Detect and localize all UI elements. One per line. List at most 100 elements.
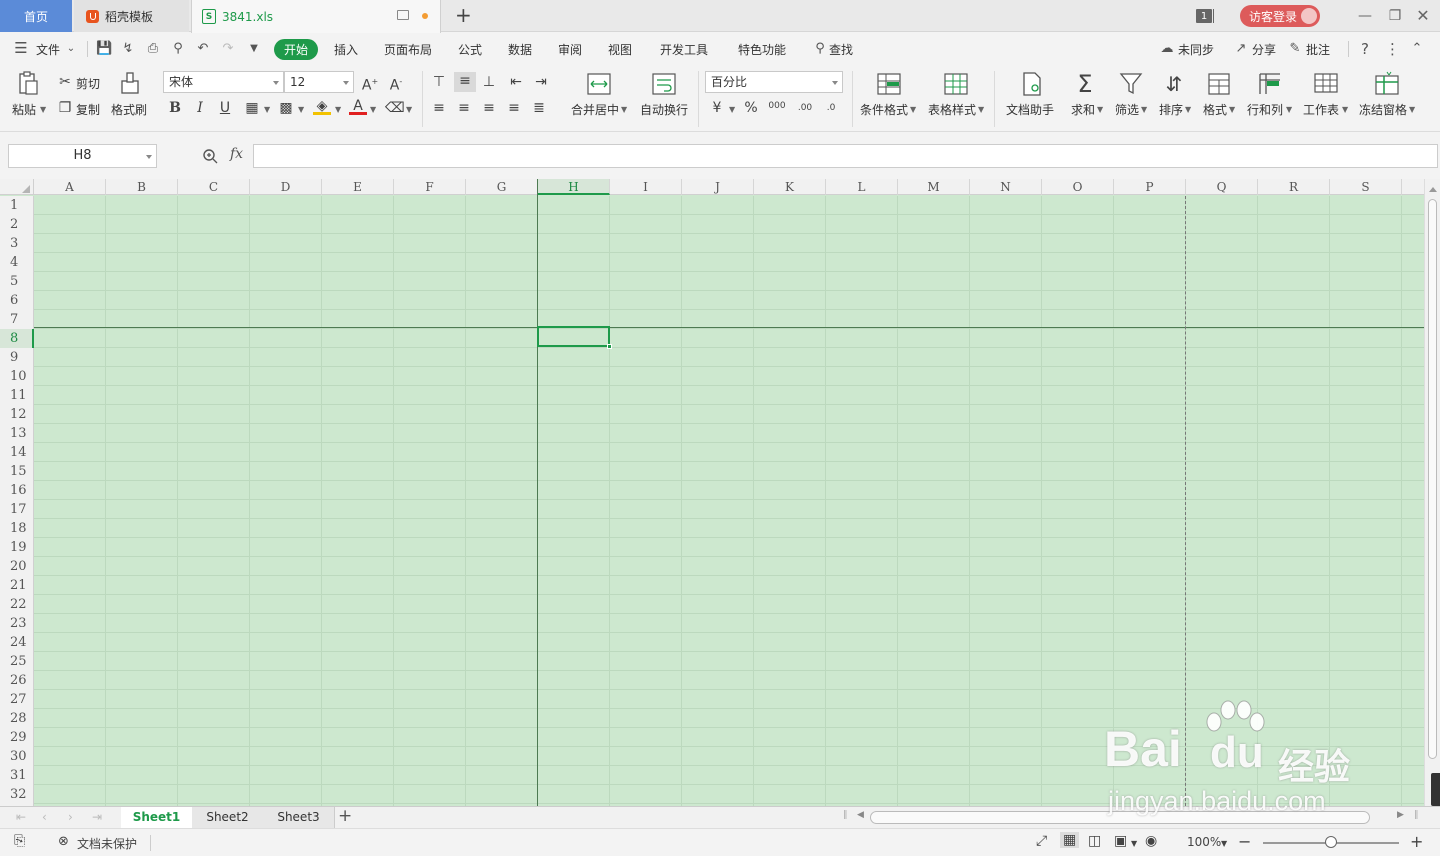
menu-tab-page-layout[interactable]: 页面布局 — [384, 41, 432, 58]
page-layout-chevron-icon[interactable]: ▼ — [1131, 839, 1137, 848]
normal-view-icon[interactable]: ▦ — [1060, 832, 1080, 848]
thousands-separator-icon[interactable]: 000 — [768, 97, 786, 115]
number-format-select[interactable]: 百分比 — [705, 71, 843, 93]
row-header[interactable]: 6 — [0, 291, 34, 310]
share-icon[interactable]: ↗ — [1234, 42, 1248, 56]
font-size-select[interactable]: 12 — [284, 71, 354, 93]
menu-tab-features[interactable]: 特色功能 — [738, 41, 786, 58]
worksheet-chevron-icon[interactable]: ▼ — [1342, 105, 1348, 114]
last-sheet-icon[interactable]: ⇥ — [92, 810, 102, 824]
scrollbar-grip-icon[interactable]: ‖ — [843, 810, 848, 820]
sum-chevron-icon[interactable]: ▼ — [1097, 105, 1103, 114]
wrap-text-button[interactable]: 自动换行 — [640, 101, 688, 118]
format-button[interactable]: 格式 — [1203, 101, 1227, 118]
italic-icon[interactable]: I — [191, 99, 209, 117]
menu-tab-data[interactable]: 数据 — [508, 41, 532, 58]
border-icon[interactable]: ▦ — [243, 99, 261, 117]
side-panel-tab[interactable] — [1431, 773, 1440, 806]
paste-button[interactable]: 粘贴 — [12, 101, 36, 118]
menu-file[interactable]: 文件 — [36, 41, 60, 58]
column-header[interactable]: B — [106, 179, 178, 195]
vertical-scroll-thumb[interactable] — [1428, 199, 1437, 759]
doc-assistant-icon[interactable] — [1018, 71, 1046, 97]
distributed-icon[interactable]: ≣ — [530, 99, 548, 117]
row-header[interactable]: 5 — [0, 272, 34, 291]
fill-color-chevron-icon[interactable]: ▼ — [335, 105, 341, 114]
add-sheet-button[interactable]: + — [338, 806, 352, 826]
format-chevron-icon[interactable]: ▼ — [1229, 105, 1235, 114]
currency-icon[interactable]: ¥ — [708, 99, 726, 117]
align-right-icon[interactable]: ≡ — [480, 99, 498, 117]
print-icon[interactable]: ⎙ — [146, 42, 160, 56]
column-header[interactable]: S — [1330, 179, 1402, 195]
unsaved-dot-icon[interactable] — [422, 13, 428, 19]
indent-decrease-icon[interactable]: ⇤ — [507, 73, 525, 91]
paste-chevron-icon[interactable]: ▼ — [40, 105, 46, 114]
cloud-sync-icon[interactable]: ☁ — [1160, 42, 1174, 56]
column-header[interactable]: D — [250, 179, 322, 195]
filter-chevron-icon[interactable]: ▼ — [1141, 105, 1147, 114]
sort-button[interactable]: 排序 — [1159, 101, 1183, 118]
eraser-chevron-icon[interactable]: ▼ — [406, 105, 412, 114]
column-header[interactable]: F — [394, 179, 466, 195]
paste-icon[interactable] — [14, 71, 42, 97]
row-header[interactable]: 4 — [0, 253, 34, 272]
row-header[interactable]: 21 — [0, 576, 34, 595]
row-header[interactable]: 8 — [0, 329, 34, 348]
fill-color-icon[interactable]: ◈ — [313, 97, 331, 115]
menu-tab-developer[interactable]: 开发工具 — [660, 41, 708, 58]
row-header[interactable]: 28 — [0, 709, 34, 728]
close-icon[interactable]: ✕ — [1412, 6, 1434, 26]
zoom-slider-knob[interactable] — [1325, 836, 1337, 848]
column-header[interactable]: C — [178, 179, 250, 195]
align-left-icon[interactable]: ≡ — [430, 99, 448, 117]
row-header[interactable]: 31 — [0, 766, 34, 785]
format-icon[interactable] — [1205, 71, 1233, 97]
column-header[interactable]: M — [898, 179, 970, 195]
column-header[interactable]: E — [322, 179, 394, 195]
font-name-select[interactable]: 宋体 — [163, 71, 284, 93]
format-painter-icon[interactable] — [116, 71, 144, 97]
page-layout-view-icon[interactable]: ▣ — [1114, 833, 1127, 849]
copy-icon[interactable]: ❐ — [56, 99, 74, 117]
menu-tab-formula[interactable]: 公式 — [458, 41, 482, 58]
column-header[interactable]: L — [826, 179, 898, 195]
scroll-up-icon[interactable] — [1429, 183, 1437, 192]
zoom-chevron-icon[interactable]: ▼ — [1221, 839, 1227, 848]
menu-tab-insert[interactable]: 插入 — [334, 41, 358, 58]
help-icon[interactable]: ? — [1358, 42, 1372, 57]
row-header[interactable]: 23 — [0, 614, 34, 633]
formula-input[interactable] — [253, 144, 1438, 168]
increase-decimal-icon[interactable]: .00 — [796, 99, 814, 117]
row-header[interactable]: 16 — [0, 481, 34, 500]
window-count-badge[interactable]: 1 — [1196, 9, 1212, 23]
sort-chevron-icon[interactable]: ▼ — [1185, 105, 1191, 114]
font-grow-icon[interactable]: A+ — [361, 73, 379, 94]
more-icon[interactable]: ⋮ — [1385, 42, 1400, 57]
vertical-scrollbar[interactable] — [1424, 179, 1440, 806]
font-color-chevron-icon[interactable]: ▼ — [370, 105, 376, 114]
save-icon[interactable]: 💾 — [96, 42, 112, 56]
minimize-icon[interactable]: — — [1354, 6, 1376, 26]
align-top-icon[interactable]: ⊤ — [430, 73, 448, 91]
column-header[interactable]: G — [466, 179, 538, 195]
filter-button[interactable]: 筛选 — [1115, 101, 1139, 118]
column-header[interactable]: R — [1258, 179, 1330, 195]
copy-button[interactable]: 复制 — [76, 101, 100, 118]
menu-tab-start[interactable]: 开始 — [274, 39, 318, 60]
zoom-in-icon[interactable]: + — [1410, 832, 1423, 851]
zoom-out-icon[interactable]: − — [1238, 832, 1251, 851]
row-header[interactable]: 1 — [0, 196, 34, 215]
split-grip-icon[interactable]: ‖ — [1414, 810, 1419, 820]
new-tab-button[interactable]: + — [455, 4, 472, 26]
page-break-view-icon[interactable]: ◫ — [1088, 833, 1101, 849]
sum-icon[interactable]: Σ — [1072, 71, 1098, 97]
eraser-icon[interactable]: ⌫ — [385, 99, 405, 117]
bold-icon[interactable]: B — [166, 99, 184, 117]
comment-button[interactable]: 批注 — [1306, 41, 1330, 58]
sync-status[interactable]: 未同步 — [1178, 41, 1214, 58]
next-sheet-icon[interactable]: › — [68, 810, 73, 824]
freeze-panes-button[interactable]: 冻结窗格 — [1359, 101, 1407, 118]
row-col-chevron-icon[interactable]: ▼ — [1286, 105, 1292, 114]
column-header[interactable]: A — [34, 179, 106, 195]
